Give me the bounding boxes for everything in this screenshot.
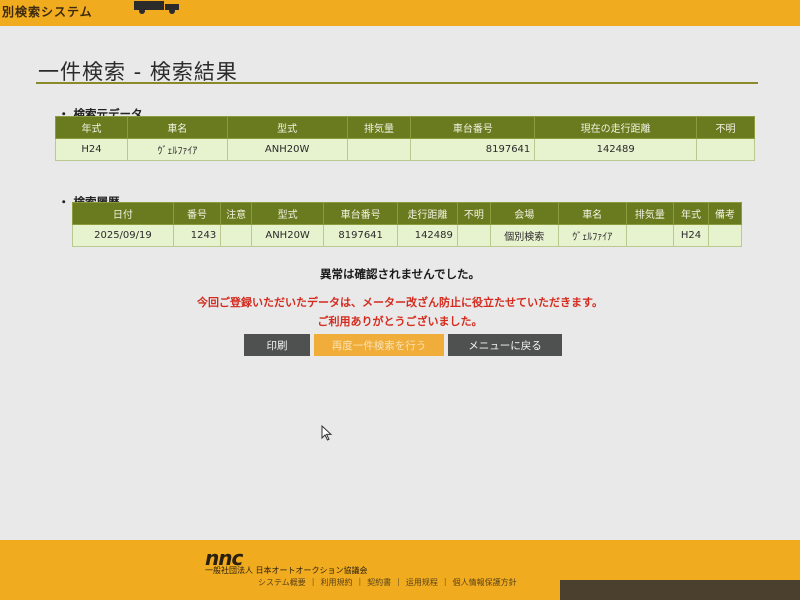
source-data-table: 年式 車名 型式 排気量 車台番号 現在の走行距離 不明 H24 ｳﾞｪﾙﾌｧｲ… xyxy=(55,116,755,161)
cell-venue: 個別検索 xyxy=(489,224,559,247)
footer-link[interactable]: 运用规程 xyxy=(406,577,438,588)
link-separator: | xyxy=(311,577,315,586)
table-header-row: 日付 番号 注意 型式 車台番号 走行距離 不明 会場 車名 排気量 年式 備考 xyxy=(72,202,743,225)
cell-caution xyxy=(220,224,253,247)
organization-name: 一般社団法人 日本オートオークション協議会 xyxy=(205,566,368,575)
cell-car-name: ｳﾞｪﾙﾌｧｲｱ xyxy=(557,224,627,247)
search-history-table: 日付 番号 注意 型式 車台番号 走行距離 不明 会場 車名 排気量 年式 備考… xyxy=(72,202,743,247)
footer-link[interactable]: 利用規約 xyxy=(320,577,352,588)
footer-link[interactable]: 個人情報保護方針 xyxy=(453,577,517,588)
col-header: 型式 xyxy=(226,116,348,139)
cell-year: H24 xyxy=(673,224,709,247)
col-header: 車台番号 xyxy=(323,202,399,225)
cell-unknown xyxy=(696,138,755,161)
footer-links: システム概要 | 利用規約 | 契約書 | 运用规程 | 個人情報保護方針 xyxy=(258,577,517,588)
back-to-menu-button[interactable]: メニューに戻る xyxy=(448,334,562,356)
footer-link[interactable]: システム概要 xyxy=(258,577,306,588)
cell-displacement xyxy=(625,224,675,247)
col-header: 備考 xyxy=(707,202,743,225)
cell-mileage: 142489 xyxy=(397,224,458,247)
notice-message-line1: 今回ご登録いただいたデータは、メーター改ざん防止に役立たせていただきます。 xyxy=(197,296,603,309)
table-row: 2025/09/19 1243 ANH20W 8197641 142489 個別… xyxy=(72,224,743,247)
cell-date: 2025/09/19 xyxy=(72,224,174,247)
col-header: 会場 xyxy=(489,202,559,225)
screen: 別検索システム 一件検索 - 検索結果 ・検索元データ 年式 車名 型式 排気量… xyxy=(0,0,800,600)
col-header: 現在の走行距離 xyxy=(534,116,698,139)
col-header: 番号 xyxy=(172,202,222,225)
col-header: 不明 xyxy=(696,116,755,139)
cell-number: 1243 xyxy=(172,224,222,247)
footer-link[interactable]: 契約書 xyxy=(367,577,391,588)
col-header: 走行距離 xyxy=(397,202,458,225)
print-button[interactable]: 印刷 xyxy=(244,334,310,356)
col-header: 排気量 xyxy=(346,116,412,139)
col-header: 日付 xyxy=(72,202,174,225)
cell-model-code: ANH20W xyxy=(251,224,325,247)
truck-icon xyxy=(134,1,179,14)
notice-message-line2: ご利用ありがとうございました。 xyxy=(317,315,483,328)
mouse-pointer-icon xyxy=(321,425,333,441)
col-header: 年式 xyxy=(55,116,128,139)
cell-remarks xyxy=(707,224,743,247)
cell-chassis-number: 8197641 xyxy=(323,224,399,247)
col-header: 注意 xyxy=(220,202,253,225)
link-separator: | xyxy=(397,577,400,586)
app-brand: 別検索システム xyxy=(2,5,93,19)
table-header-row: 年式 車名 型式 排気量 車台番号 現在の走行距離 不明 xyxy=(55,116,755,139)
col-header: 車台番号 xyxy=(410,116,536,139)
col-header: 車名 xyxy=(126,116,228,139)
table-row: H24 ｳﾞｪﾙﾌｧｲｱ ANH20W 8197641 142489 xyxy=(55,138,755,161)
cell-chassis-number: 8197641 xyxy=(410,138,536,161)
cell-unknown xyxy=(456,224,491,247)
cell-car-name: ｳﾞｪﾙﾌｧｲｱ xyxy=(126,138,228,161)
cell-mileage: 142489 xyxy=(534,138,698,161)
link-separator: | xyxy=(358,577,362,586)
col-header: 型式 xyxy=(251,202,325,225)
cell-model-code: ANH20W xyxy=(226,138,348,161)
col-header: 車名 xyxy=(557,202,627,225)
col-header: 排気量 xyxy=(625,202,675,225)
link-separator: | xyxy=(443,577,447,586)
cell-displacement xyxy=(346,138,412,161)
header-bar: 別検索システム xyxy=(0,0,800,26)
cell-year: H24 xyxy=(55,138,128,161)
result-message: 異常は確認されませんでした。 xyxy=(319,267,481,281)
col-header: 年式 xyxy=(673,202,709,225)
col-header: 不明 xyxy=(456,202,491,225)
search-again-button[interactable]: 再度一件検索を行う xyxy=(314,334,444,356)
os-taskbar xyxy=(560,580,800,600)
title-divider xyxy=(36,82,758,84)
